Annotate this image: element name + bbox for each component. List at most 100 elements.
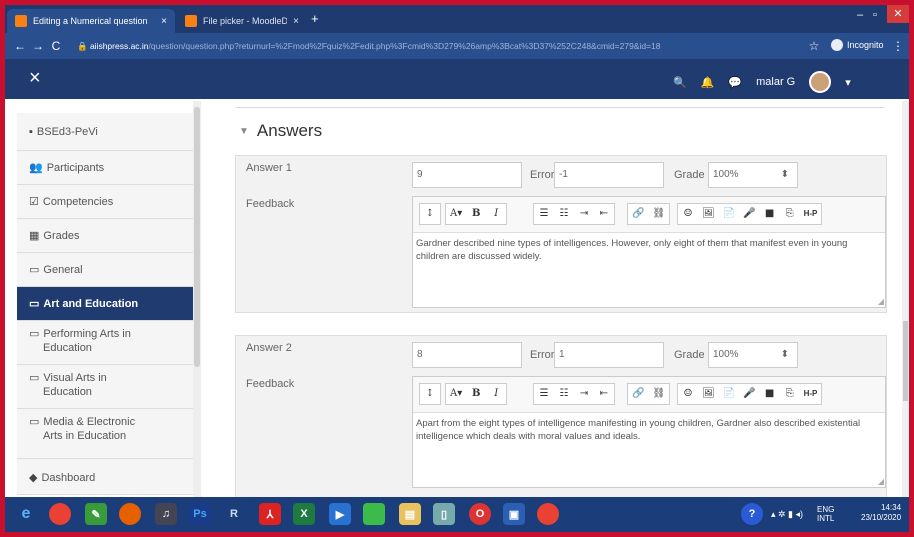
close-tab-icon[interactable]: × [293, 16, 299, 27]
word-app-icon[interactable]: ▣ [503, 503, 525, 525]
italic-icon[interactable]: I [486, 204, 506, 224]
image-icon[interactable]: 🖼 [698, 204, 719, 224]
input-language[interactable]: ENG INTL [817, 505, 834, 523]
page-scroll-thumb[interactable] [903, 321, 908, 401]
sidebar-item-dashboard[interactable]: ◆ Dashboard [17, 459, 193, 495]
italic-icon[interactable]: I [486, 384, 506, 404]
record-video-icon[interactable]: ■ [760, 204, 780, 224]
minimize-icon[interactable]: – [857, 9, 863, 21]
file-explorer-icon[interactable]: ▤ [399, 503, 421, 525]
excel-icon[interactable]: X [293, 503, 315, 525]
h5p-icon[interactable]: H-P [800, 384, 822, 404]
resize-grip-icon[interactable]: ◢ [878, 297, 884, 306]
avatar[interactable] [809, 71, 832, 93]
search-icon[interactable]: 🔍 [673, 76, 687, 89]
close-window-button[interactable]: ✕ [887, 5, 909, 23]
answer-input[interactable]: 8 [412, 342, 522, 368]
new-tab-button[interactable]: + [311, 11, 319, 26]
sidebar-item-participants[interactable]: 👥 Participants [17, 151, 193, 185]
sidebar-scroll-thumb[interactable] [194, 107, 200, 367]
feedback-text[interactable]: Apart from the eight types of intelligen… [416, 417, 882, 443]
sidebar-item-performing-arts[interactable]: ▭ Performing Arts in Education [17, 321, 193, 365]
unlink-icon[interactable]: ⛓ [648, 384, 669, 404]
star-icon[interactable]: ☆ [805, 39, 823, 53]
feedback-editor[interactable]: ↕ A▾ B I ☰ ☷ ⇥ ⇤ 🔗 ⛓ [412, 196, 886, 308]
close-tab-icon[interactable]: × [161, 16, 167, 27]
grade-select[interactable]: 100% ⬍ [708, 162, 798, 188]
unlink-icon[interactable]: ⛓ [648, 204, 669, 224]
ordered-list-icon[interactable]: ☷ [554, 384, 574, 404]
record-audio-icon[interactable]: 🎤 [739, 384, 759, 404]
messages-icon[interactable]: 💬 [728, 76, 742, 89]
incognito-indicator[interactable]: Incognito [831, 39, 884, 51]
media-player-icon[interactable]: ▶ [329, 503, 351, 525]
toggle-toolbar-icon[interactable]: ↕ [420, 384, 440, 404]
answer-input[interactable]: 9 [412, 162, 522, 188]
media-app-icon[interactable]: ♫ [155, 503, 177, 525]
opera-icon[interactable]: O [469, 503, 491, 525]
photoshop-icon[interactable]: Ps [189, 503, 211, 525]
emoji-icon[interactable]: ☺ [678, 204, 698, 224]
phone-app-icon[interactable] [363, 503, 385, 525]
sidebar-item-visual-arts[interactable]: ▭ Visual Arts in Education [17, 365, 193, 409]
notification-bell-icon[interactable]: 🔔 [701, 76, 715, 89]
user-name[interactable]: malar G [756, 76, 795, 88]
unordered-list-icon[interactable]: ☰ [534, 384, 554, 404]
sidebar-item-grades[interactable]: ▦ Grades [17, 219, 193, 253]
sidebar-scrollbar[interactable] [193, 101, 201, 501]
font-color-icon[interactable]: A▾ [446, 204, 466, 224]
media-icon[interactable]: 📄 [719, 204, 739, 224]
system-tray-icons[interactable]: ▴ ✲ ▮ ◂) [771, 509, 803, 520]
image-icon[interactable]: 🖼 [698, 384, 719, 404]
ordered-list-icon[interactable]: ☷ [554, 204, 574, 224]
url-field[interactable]: 🔒 aiishpress.ac.in/question/question.php… [77, 38, 797, 54]
firefox-icon[interactable] [119, 503, 141, 525]
answers-section-header[interactable]: ▼ Answers [239, 121, 322, 141]
sidebar-item-competencies[interactable]: ☑ Competencies [17, 185, 193, 219]
maximize-icon[interactable]: ▫ [873, 9, 877, 21]
chrome-icon[interactable] [537, 503, 559, 525]
font-color-icon[interactable]: A▾ [446, 384, 466, 404]
bold-icon[interactable]: B [466, 204, 486, 224]
grade-select[interactable]: 100% ⬍ [708, 342, 798, 368]
reload-icon[interactable]: C [47, 39, 65, 53]
indent-icon[interactable]: ⇥ [574, 384, 594, 404]
toggle-toolbar-icon[interactable]: ↕ [420, 204, 440, 224]
feedback-text[interactable]: Gardner described nine types of intellig… [416, 237, 882, 263]
tab-file-picker[interactable]: File picker - MoodleDocs × [177, 9, 307, 33]
bold-icon[interactable]: B [466, 384, 486, 404]
resize-grip-icon[interactable]: ◢ [878, 477, 884, 486]
close-drawer-button[interactable]: × [29, 67, 41, 90]
outdent-icon[interactable]: ⇤ [594, 204, 614, 224]
r-app-icon[interactable]: R [223, 503, 245, 525]
record-video-icon[interactable]: ■ [760, 384, 780, 404]
manage-files-icon[interactable]: ⎘ [780, 384, 800, 404]
back-icon[interactable]: ← [11, 39, 29, 53]
clock[interactable]: 14:34 23/10/2020 [861, 503, 901, 523]
sidebar-item-course[interactable]: ▪ BSEd3-PeVi [17, 113, 193, 151]
menu-icon[interactable]: ⋮ [889, 39, 907, 53]
outdent-icon[interactable]: ⇤ [594, 384, 614, 404]
forward-icon[interactable]: → [29, 39, 47, 53]
link-icon[interactable]: 🔗 [628, 384, 648, 404]
chevron-down-icon[interactable]: ▾ [845, 76, 851, 89]
pen-app-icon[interactable]: ✎ [85, 503, 107, 525]
sidebar-item-media-electronic-arts[interactable]: ▭ Media & Electronic Arts in Education [17, 409, 193, 459]
unordered-list-icon[interactable]: ☰ [534, 204, 554, 224]
notepad-icon[interactable]: ▯ [433, 503, 455, 525]
emoji-icon[interactable]: ☺ [678, 384, 698, 404]
sidebar-item-general[interactable]: ▭ General [17, 253, 193, 287]
indent-icon[interactable]: ⇥ [574, 204, 594, 224]
internet-explorer-icon[interactable]: e [15, 503, 37, 525]
chrome-icon[interactable] [49, 503, 71, 525]
sidebar-item-art-and-education[interactable]: ▭ Art and Education [17, 287, 193, 321]
error-input[interactable]: -1 [554, 162, 664, 188]
record-audio-icon[interactable]: 🎤 [739, 204, 759, 224]
tab-editing-question[interactable]: Editing a Numerical question × [7, 9, 175, 33]
help-icon[interactable]: ? [741, 503, 763, 525]
page-scrollbar[interactable] [902, 101, 909, 501]
link-icon[interactable]: 🔗 [628, 204, 648, 224]
feedback-editor[interactable]: ↕ A▾ B I ☰ ☷ ⇥ ⇤ 🔗 ⛓ [412, 376, 886, 488]
manage-files-icon[interactable]: ⎘ [780, 204, 800, 224]
acrobat-icon[interactable]: ⅄ [259, 503, 281, 525]
